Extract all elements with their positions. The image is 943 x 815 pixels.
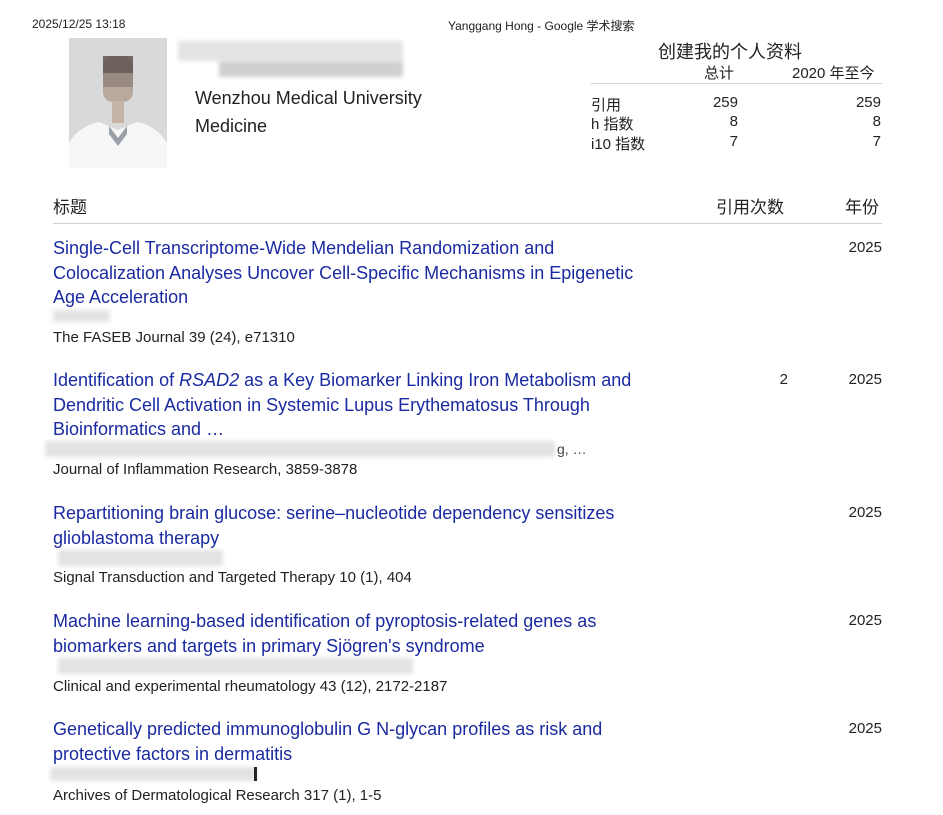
title-line: Identification of RSAD2 as a Key Biomark…	[53, 368, 703, 393]
authors-redaction-edge	[254, 767, 257, 781]
print-timestamp: 2025/12/25 13:18	[32, 17, 126, 31]
publication-journal: The FASEB Journal 39 (24), e71310	[53, 329, 295, 346]
stats-value-since: 7	[872, 133, 881, 150]
research-field[interactable]: Medicine	[195, 116, 267, 137]
authors-redaction	[58, 550, 223, 566]
title-fragment: Identification of	[53, 370, 180, 390]
authors-tail: g, …	[557, 441, 587, 457]
title-line: Bioinformatics and …	[53, 419, 225, 439]
title-line: Genetically predicted immunoglobulin G N…	[53, 719, 603, 739]
stats-label: h 指数	[591, 116, 634, 133]
stats-value-all: 259	[712, 94, 738, 111]
title-line: biomarkers and targets in primary Sjögre…	[53, 635, 485, 656]
publication-year: 2025	[848, 612, 882, 629]
publication-year: 2025	[848, 239, 882, 256]
name-redaction	[219, 61, 403, 77]
gene-name: RSAD2	[179, 370, 240, 390]
header-divider	[53, 223, 882, 224]
title-line: Machine learning-based identification of…	[53, 611, 597, 631]
column-header-title[interactable]: 标题	[53, 193, 87, 218]
stats-value-all: 8	[729, 113, 738, 130]
authors-redaction	[45, 441, 555, 457]
column-header-cited-by[interactable]: 引用次数	[716, 193, 784, 218]
publication-title-link[interactable]: Identification of RSAD2 as a Key Biomark…	[53, 368, 703, 442]
stats-value-since: 259	[855, 94, 881, 111]
title-line: protective factors in dermatitis	[53, 743, 293, 764]
publication-journal: Journal of Inflammation Research, 3859-3…	[53, 461, 358, 478]
title-line: Dendritic Cell Activation in Systemic Lu…	[53, 394, 590, 415]
publication-journal: Archives of Dermatological Research 317 …	[53, 787, 382, 804]
publication-title-link[interactable]: Single-Cell Transcriptome-Wide Mendelian…	[53, 236, 703, 310]
avatar	[69, 38, 167, 168]
title-line: Colocalization Analyses Uncover Cell-Spe…	[53, 262, 634, 283]
stats-value-since: 8	[872, 113, 881, 130]
create-profile-button[interactable]: 创建我的个人资料	[658, 38, 802, 64]
title-line: Repartitioning brain glucose: serine–nuc…	[53, 503, 615, 523]
stats-value-all: 7	[729, 133, 738, 150]
title-fragment: as a Key Biomarker Linking Iron Metaboli…	[239, 370, 632, 390]
stats-header-since: 2020 年至今	[792, 65, 875, 82]
publication-year: 2025	[848, 720, 882, 737]
publication-title-link[interactable]: Machine learning-based identification of…	[53, 609, 703, 658]
publication-journal: Clinical and experimental rheumatology 4…	[53, 678, 448, 695]
title-line: Age Acceleration	[53, 287, 189, 307]
authors-redaction	[53, 310, 110, 322]
stats-label: 引用	[591, 97, 622, 114]
affiliation[interactable]: Wenzhou Medical University	[195, 88, 422, 109]
print-page-title: Yanggang Hong - Google 学术搜索	[448, 19, 635, 33]
publication-title-link[interactable]: Repartitioning brain glucose: serine–nuc…	[53, 501, 703, 550]
publication-cited-by-link[interactable]: 2	[740, 371, 788, 388]
title-line: Single-Cell Transcriptome-Wide Mendelian…	[53, 238, 555, 258]
publication-year: 2025	[848, 504, 882, 521]
name-redaction	[178, 41, 403, 61]
authors-redaction	[58, 658, 413, 674]
profile-photo-icon	[69, 38, 167, 168]
stats-header-all: 总计	[704, 65, 735, 82]
stats-divider	[591, 83, 882, 84]
stats-label: i10 指数	[591, 136, 646, 153]
authors-redaction	[50, 767, 257, 781]
column-header-year[interactable]: 年份	[845, 193, 879, 218]
publication-journal: Signal Transduction and Targeted Therapy…	[53, 569, 412, 586]
publication-title-link[interactable]: Genetically predicted immunoglobulin G N…	[53, 717, 703, 766]
publication-year: 2025	[848, 371, 882, 388]
title-line: glioblastoma therapy	[53, 527, 220, 548]
